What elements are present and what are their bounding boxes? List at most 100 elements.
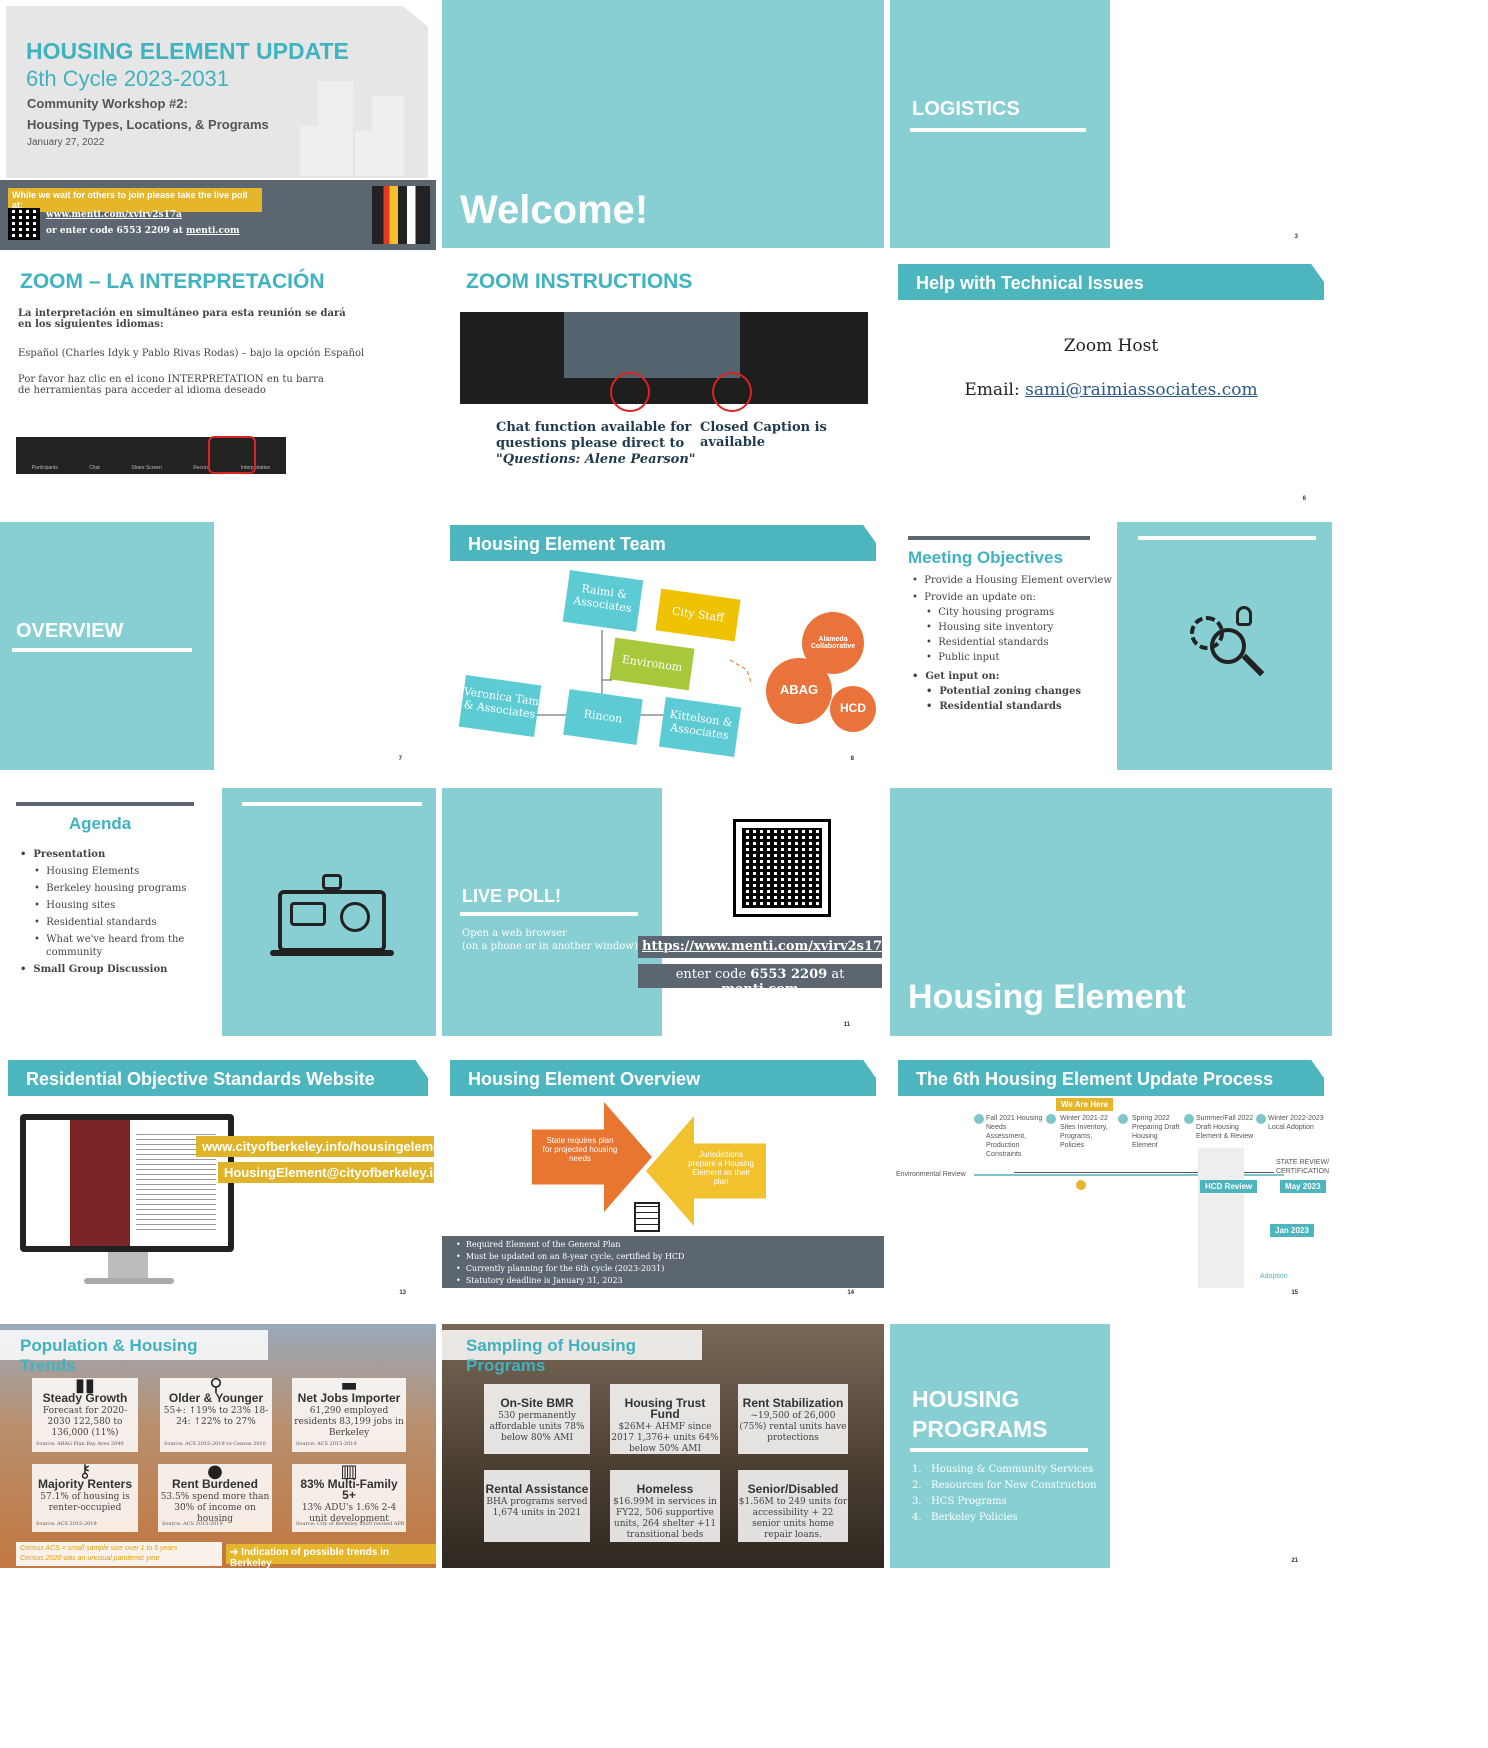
logistics-title: LOGISTICS (912, 98, 1020, 120)
heo-bullet: • Must be updated on an 8-year cycle, ce… (456, 1252, 685, 1261)
page-number: 11 (843, 1022, 850, 1028)
buildings-graphic (300, 78, 410, 176)
review-band (1198, 1148, 1244, 1288)
zoom-window (460, 312, 868, 404)
we-are-here: We Are Here (1056, 1098, 1114, 1111)
agenda-subitem: • Housing sites (34, 900, 116, 911)
agenda-subitem: • Housing Elements (34, 866, 140, 877)
tb-record[interactable]: Record (193, 465, 209, 471)
page-number: 6 (1302, 496, 1306, 502)
obj-item: • Provide a Housing Element overview (912, 575, 1112, 586)
tb-share[interactable]: Share Screen (131, 465, 162, 471)
obj-subitem: • Residential standards (926, 701, 1062, 712)
slide-overview: OVERVIEW 7 (0, 522, 436, 770)
slide-title: HOUSING ELEMENT UPDATE 6th Cycle 2023-20… (0, 0, 436, 250)
here-dot (1076, 1180, 1086, 1190)
obj-item: • Get input on: (912, 671, 1000, 682)
hp-item[interactable]: 1. Housing & Community Services (912, 1462, 1097, 1478)
hp-item[interactable]: 3. HCS Programs (912, 1494, 1097, 1510)
monitor-base (84, 1278, 174, 1284)
slide-ros-website: Residential Objective Standards Website … (0, 1056, 436, 1304)
video-call-icon (270, 872, 394, 964)
piggy-bank-icon: ● (207, 1461, 223, 1482)
obj-topbar (908, 536, 1090, 540)
cycle-subtitle: 6th Cycle 2023-2031 (26, 66, 230, 91)
berkeley-logo (372, 186, 430, 244)
email-link[interactable]: sami@raimiassociates.com (1025, 380, 1257, 400)
obj-subitem: • City housing programs (926, 607, 1055, 618)
cc-highlight (712, 372, 752, 412)
slide-trends: Population & Housing Trends ▮▮ Steady Gro… (0, 1324, 436, 1568)
agenda-panel-line (242, 802, 422, 806)
jan-2023: Jan 2023 (1270, 1224, 1314, 1237)
page-number: 21 (1291, 1558, 1298, 1564)
arrow-left: State requires plan for projected housin… (532, 1102, 652, 1212)
team-box-tam: Veronica Tam & Associates (458, 674, 542, 738)
poll-url[interactable]: www.menti.com/xvirv2s17a (46, 210, 182, 220)
zoom-host: Zoom Host (1063, 336, 1159, 356)
slide-programs-sampling: Sampling of Housing Programs On-Site BMR… (442, 1324, 884, 1568)
qr-code[interactable] (733, 819, 831, 917)
trend-card: ⚲ Older & Younger 55+: ↑19% to 23% 18-24: … (160, 1375, 272, 1452)
trend-card: ▥ 83% Multi-Family 5+ 13% ADU's 1.6% 2-4 u… (292, 1461, 406, 1532)
poll-url-box[interactable]: https://www.menti.com/xvirv2s17a (638, 936, 884, 958)
tl-dot (974, 1114, 984, 1124)
poll-banner: While we wait for others to join please … (8, 188, 262, 212)
workshop-topic: Housing Types, Locations, & Programs (27, 117, 269, 132)
obj-item: • Provide an update on: (912, 592, 1036, 603)
instr-title: ZOOM INSTRUCTIONS (466, 270, 693, 293)
chat-note: Chat function available for questions pl… (496, 420, 696, 467)
team-circle-hcd: HCD (830, 686, 876, 732)
state-review: STATE REVIEW/ CERTIFICATION (1276, 1159, 1330, 1175)
tl-dot (1046, 1114, 1056, 1124)
workshop-label: Community Workshop #2: (27, 96, 188, 111)
building-icon: ▥ (340, 1461, 358, 1482)
hp-item[interactable]: 4. Berkeley Policies (912, 1510, 1097, 1526)
sampling-title-bar: Sampling of Housing Programs (442, 1330, 702, 1375)
program-card: Rent Stabilization ~19,500 of 26,000 (75%… (738, 1384, 848, 1454)
interp-highlight (208, 436, 256, 474)
agenda-item: • Small Group Discussion (20, 964, 168, 975)
overview-panel (0, 522, 214, 770)
agenda-subitem: • What we've heard from the community (34, 934, 185, 958)
page-number: 13 (399, 1290, 406, 1296)
ros-email[interactable]: HousingElement@cityofberkeley.info (218, 1162, 436, 1183)
tb-chat[interactable]: Chat (89, 465, 100, 471)
ros-url[interactable]: www.cityofberkeley.info/housingelement (196, 1136, 436, 1157)
tl-step: Winter 2022-2023 Local Adoption (1268, 1115, 1324, 1131)
title-underline (910, 1448, 1088, 1452)
may-2023: May 2023 (1280, 1180, 1326, 1193)
program-card: Senior/Disabled $1.56M to 249 units for a… (738, 1470, 848, 1542)
team-box-raimi: Raimi & Associates (562, 570, 644, 632)
poll-code-box: enter code 6553 2209 at menti.com (638, 964, 882, 997)
trend-card: ▮▮ Steady Growth Forecast for 2020-2030 12… (32, 1377, 138, 1452)
tl-step: Spring 2022 Preparing Draft Housing Elem… (1132, 1115, 1180, 1149)
obj-panel-line (1138, 536, 1316, 540)
tl-dot (1256, 1114, 1266, 1124)
agenda-list: • Presentation • Housing Elements • Berk… (20, 848, 210, 976)
team-box-kittelson: Kittelson & Associates (658, 696, 742, 758)
agenda-subitem: • Residential standards (34, 917, 157, 928)
process-title: The 6th Housing Element Update Process (898, 1060, 1324, 1096)
slide-update-process: The 6th Housing Element Update Process W… (890, 1056, 1332, 1304)
tl-dot (1118, 1114, 1128, 1124)
gears-magnifier-icon (1188, 604, 1268, 684)
menti-link[interactable]: menti.com (186, 226, 240, 236)
main-title: HOUSING ELEMENT UPDATE (26, 38, 349, 64)
env-review: Environmental Review (896, 1171, 966, 1178)
tech-title: Help with Technical Issues (898, 264, 1324, 300)
people-icon: ⚲ (209, 1375, 223, 1396)
obj-subitem: • Housing site inventory (926, 622, 1054, 633)
title-underline (910, 128, 1086, 132)
tl-step: Summer/Fall 2022 Draft Housing Element &… (1196, 1115, 1254, 1140)
arrow-right: Jurisdictions prepare a Housing Element … (646, 1116, 766, 1226)
trend-card: ● Rent Burdened 53.5% spend more than 30% … (158, 1461, 272, 1532)
poll-code: or enter code 6553 2209 at menti.com (46, 226, 240, 236)
tb-participants[interactable]: Participants (32, 465, 58, 471)
he-title: Housing Element (908, 978, 1186, 1016)
hp-list: 1. Housing & Community Services 2. Resou… (912, 1462, 1097, 1526)
hp-item[interactable]: 2. Resources for New Construction (912, 1478, 1097, 1494)
trend-card: ▬ Net Jobs Importer 61,290 employed reside… (292, 1377, 406, 1452)
obj-list: • Provide a Housing Element overview • P… (912, 574, 1112, 713)
ros-title: Residential Objective Standards Website (8, 1060, 428, 1096)
